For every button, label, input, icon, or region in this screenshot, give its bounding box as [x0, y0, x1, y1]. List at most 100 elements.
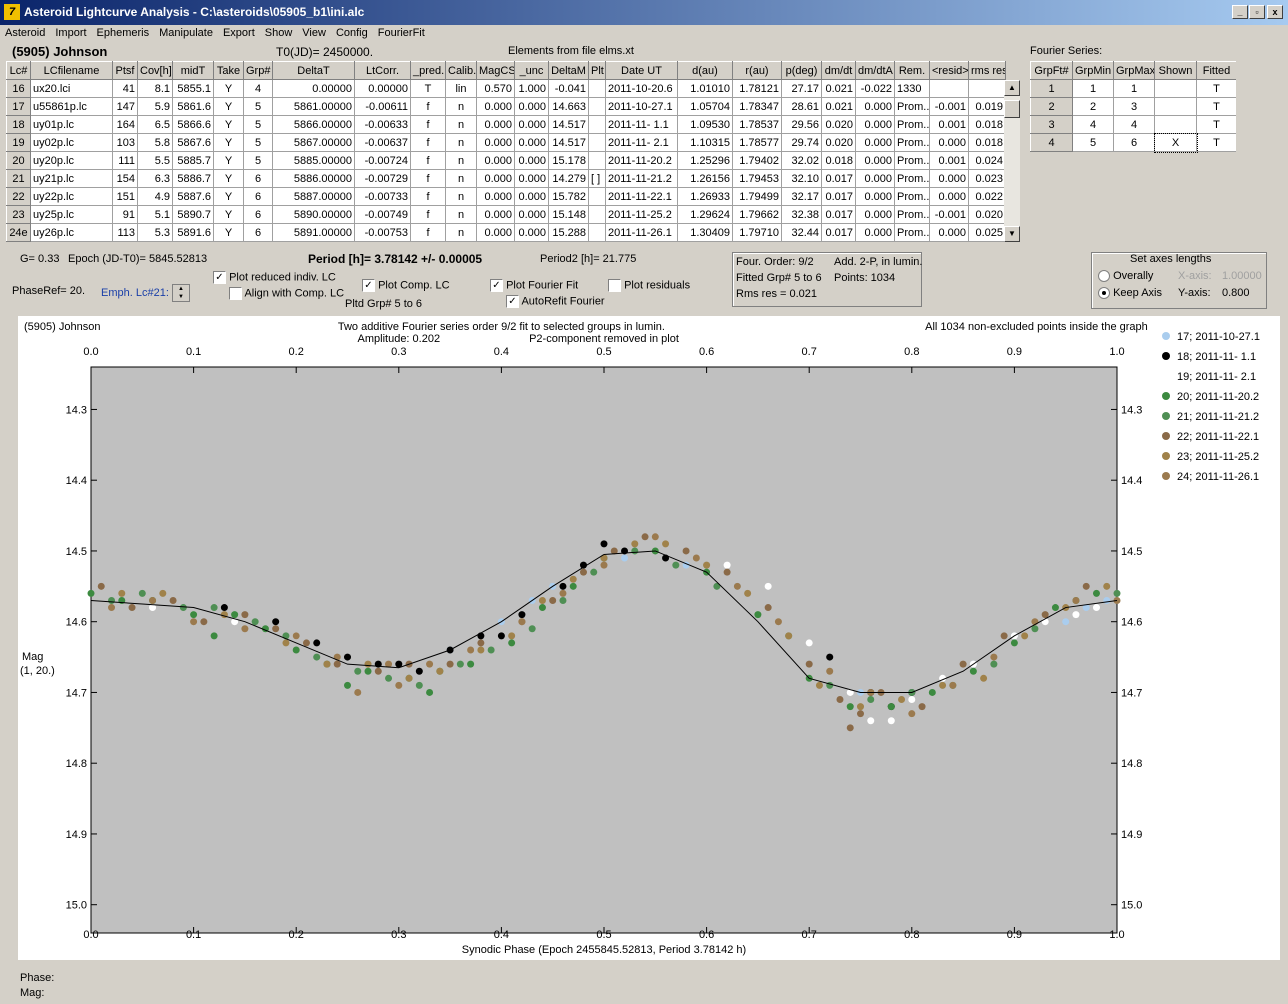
lc-cell[interactable]: 5886.00000 — [272, 169, 355, 188]
lc-cell[interactable]: 0.000 — [476, 169, 515, 188]
lc-cell[interactable]: 28.61 — [781, 97, 822, 116]
lc-table-row[interactable]: 19 uy02p.lc 103 5.8 5867.6 Y 5 5867.00000 -0.006… — [6, 133, 1006, 152]
lc-cell[interactable]: 0.021 — [821, 97, 856, 116]
lc-col-header[interactable]: rms res — [968, 61, 1006, 80]
menu-config[interactable]: Config — [331, 25, 373, 42]
lc-cell[interactable]: 5890.00000 — [272, 205, 355, 224]
lc-cell[interactable]: 1.05704 — [677, 97, 733, 116]
lc-cell[interactable] — [588, 79, 606, 98]
lc-cell[interactable]: 0.000 — [476, 97, 515, 116]
lc-cell[interactable]: 0.020 — [968, 205, 1006, 224]
lc-cell[interactable]: 0.000 — [929, 133, 969, 152]
lc-cell[interactable]: n — [445, 187, 477, 206]
lc-col-header[interactable]: LCfilename — [30, 61, 113, 80]
lc-col-header[interactable]: dm/dtA — [855, 61, 895, 80]
lc-cell[interactable]: f — [410, 97, 446, 116]
fs-cell[interactable]: T — [1196, 115, 1236, 134]
lc-cell[interactable]: 15.288 — [548, 223, 589, 242]
lc-cell[interactable]: f — [410, 223, 446, 242]
lc-cell[interactable]: 5 — [243, 133, 273, 152]
lc-cell[interactable]: 0.000 — [476, 187, 515, 206]
lc-cell[interactable]: 91 — [112, 205, 138, 224]
lc-cell[interactable]: 6 — [243, 205, 273, 224]
fs-cell[interactable]: X — [1153, 132, 1198, 153]
lc-cell[interactable]: 27.17 — [781, 79, 822, 98]
lc-table-row[interactable]: 20 uy20p.lc 111 5.5 5885.7 Y 5 5885.00000 -0.007… — [6, 151, 1006, 170]
lc-col-header[interactable]: _unc — [514, 61, 549, 80]
lc-cell[interactable]: 1.26156 — [677, 169, 733, 188]
lc-col-header[interactable]: _pred. — [410, 61, 446, 80]
lc-cell[interactable]: 0.023 — [968, 169, 1006, 188]
lc-col-header[interactable]: Calib. — [445, 61, 477, 80]
lc-col-header[interactable]: MagCS — [476, 61, 515, 80]
plot-residuals-checkbox[interactable]: Plot residuals — [608, 279, 690, 292]
lc-cell[interactable]: 0.024 — [968, 151, 1006, 170]
maximize-icon[interactable]: ▫ — [1249, 5, 1265, 19]
lc-cell[interactable]: 0.00000 — [272, 79, 355, 98]
lc-cell[interactable]: 0.022 — [968, 187, 1006, 206]
lc-cell[interactable]: f — [410, 169, 446, 188]
lc-table-row[interactable]: 22 uy22p.lc 151 4.9 5887.6 Y 6 5887.00000 -0.007… — [6, 187, 1006, 206]
lc-cell[interactable]: n — [445, 169, 477, 188]
lc-cell[interactable]: uy25p.lc — [30, 205, 113, 224]
lc-cell[interactable]: 1.79499 — [732, 187, 782, 206]
lc-cell[interactable]: 5866.6 — [172, 115, 214, 134]
lc-cell[interactable]: 0.000 — [514, 187, 549, 206]
lc-cell[interactable]: Y — [213, 151, 244, 170]
minimize-icon[interactable]: _ — [1232, 5, 1248, 19]
lc-cell[interactable]: 1.01010 — [677, 79, 733, 98]
lc-col-header[interactable]: LtCorr. — [354, 61, 411, 80]
lc-cell[interactable]: Y — [213, 79, 244, 98]
lc-cell[interactable]: T — [410, 79, 446, 98]
lc-col-header[interactable]: Lc# — [6, 61, 31, 80]
lc-cell[interactable]: -0.022 — [855, 79, 895, 98]
lc-table-row[interactable]: 17 u55861p.lc 147 5.9 5861.6 Y 5 5861.00000 -0.0… — [6, 97, 1006, 116]
lc-cell[interactable]: 4.9 — [137, 187, 173, 206]
lc-cell[interactable]: 5867.6 — [172, 133, 214, 152]
lc-cell[interactable] — [588, 205, 606, 224]
lc-col-header[interactable]: DeltaM — [548, 61, 589, 80]
lc-cell[interactable]: u55861p.lc — [30, 97, 113, 116]
fs-cell[interactable] — [1154, 115, 1197, 134]
lightcurve-plot-area[interactable]: (5905) Johnson Two additive Fourier serie… — [18, 316, 1280, 960]
lc-cell[interactable]: 14.663 — [548, 97, 589, 116]
lc-cell[interactable]: 0.000 — [514, 223, 549, 242]
lc-cell[interactable]: 0.000 — [514, 133, 549, 152]
lc-cell[interactable]: 32.10 — [781, 169, 822, 188]
lc-table-scrollbar[interactable]: ▲ ▼ — [1004, 80, 1020, 242]
menu-ephemeris[interactable]: Ephemeris — [92, 25, 155, 42]
fs-col-header[interactable]: GrpMin — [1072, 61, 1114, 80]
lc-cell[interactable]: 6.5 — [137, 115, 173, 134]
lc-cell[interactable]: 5885.7 — [172, 151, 214, 170]
lc-cell[interactable]: -0.00637 — [354, 133, 411, 152]
lc-cell[interactable]: 0.000 — [929, 187, 969, 206]
fs-cell[interactable] — [1154, 97, 1197, 116]
fs-cell[interactable]: 3 — [1113, 97, 1155, 116]
lc-cell[interactable]: 154 — [112, 169, 138, 188]
lc-cell[interactable]: 2011-11-25.2 — [605, 205, 678, 224]
lc-cell[interactable]: Y — [213, 133, 244, 152]
lc-cell[interactable]: n — [445, 97, 477, 116]
lc-cell[interactable] — [588, 223, 606, 242]
lc-cell[interactable]: 5867.00000 — [272, 133, 355, 152]
lc-cell[interactable]: 0.000 — [514, 169, 549, 188]
lc-row-header[interactable]: 20 — [6, 151, 31, 170]
lc-cell[interactable]: 0.000 — [514, 115, 549, 134]
lc-row-header[interactable]: 16 — [6, 79, 31, 98]
lc-cell[interactable]: 5.9 — [137, 97, 173, 116]
close-icon[interactable]: x — [1267, 5, 1283, 19]
menu-manipulate[interactable]: Manipulate — [154, 25, 218, 42]
lc-cell[interactable]: 0.000 — [476, 151, 515, 170]
lc-cell[interactable]: 29.74 — [781, 133, 822, 152]
fs-col-header[interactable]: GrpMax — [1113, 61, 1155, 80]
lc-cell[interactable]: 1.79662 — [732, 205, 782, 224]
lc-cell[interactable]: 0.017 — [821, 187, 856, 206]
lc-row-header[interactable]: 23 — [6, 205, 31, 224]
lc-cell[interactable]: Prom... — [894, 187, 930, 206]
lc-cell[interactable] — [588, 133, 606, 152]
fs-cell[interactable]: 5 — [1072, 133, 1114, 152]
fs-cell[interactable]: 6 — [1113, 133, 1155, 152]
lc-cell[interactable]: 103 — [112, 133, 138, 152]
lc-cell[interactable]: uy22p.lc — [30, 187, 113, 206]
lc-cell[interactable]: Prom... — [894, 133, 930, 152]
